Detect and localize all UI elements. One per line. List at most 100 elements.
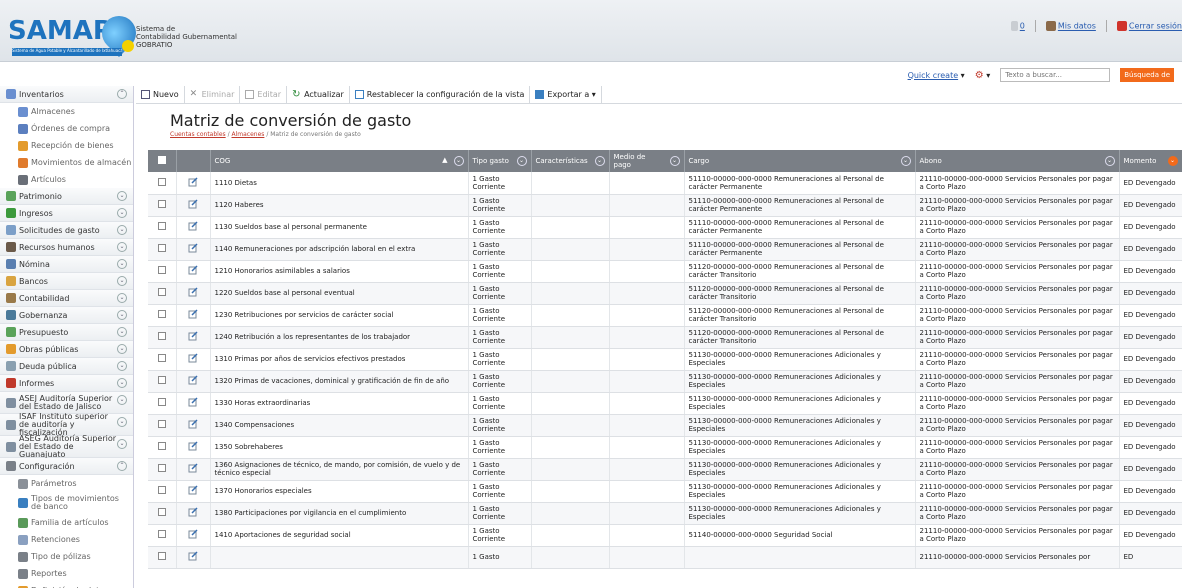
row-checkbox[interactable] xyxy=(157,332,166,340)
table-row[interactable]: 1120 Haberes 1 Gasto Corriente 51110-00000… xyxy=(148,194,1182,217)
sidebar-item[interactable]: Almacenes xyxy=(0,103,133,120)
row-checkbox[interactable] xyxy=(157,420,166,428)
settings-menu[interactable]: ⚙ ▾ xyxy=(975,70,991,81)
quick-create-text[interactable]: Quick create xyxy=(908,71,959,80)
edit-icon[interactable] xyxy=(188,243,198,253)
sidebar-item[interactable]: ASEJ Auditoría Superior del Estado de Ja… xyxy=(0,392,133,414)
chevron-down-icon[interactable]: ⌄ xyxy=(117,327,127,337)
sidebar-item[interactable]: Contabilidad ⌄ xyxy=(0,290,133,307)
table-row[interactable]: 1350 Sobrehaberes 1 Gasto Corriente 51130-… xyxy=(148,436,1182,459)
sidebar-item[interactable]: Patrimonio ⌄ xyxy=(0,188,133,205)
table-row[interactable]: 1330 Horas extraordinarias 1 Gasto Corrie… xyxy=(148,392,1182,415)
row-checkbox[interactable] xyxy=(157,200,166,208)
caracteristicas-header[interactable]: Características ⌄ xyxy=(531,150,610,172)
row-checkbox[interactable] xyxy=(157,288,166,296)
chevron-down-icon[interactable]: ⌄ xyxy=(453,156,464,166)
sidebar-item[interactable]: Definición de datos xyxy=(0,582,133,588)
chevron-down-icon[interactable]: ⌄ xyxy=(117,439,127,449)
chevron-down-icon[interactable]: ⌄ xyxy=(669,156,680,166)
abono-header[interactable]: Abono ⌄ xyxy=(915,150,1120,172)
notifications-count[interactable]: 0 xyxy=(1020,22,1025,31)
sidebar-item[interactable]: Recepción de bienes xyxy=(0,137,133,154)
samapa-logo[interactable]: SAMAPA Sistema de Agua Potable y Alcanta… xyxy=(8,8,144,58)
chevron-down-icon[interactable]: ⌄ xyxy=(117,395,127,405)
edit-icon[interactable] xyxy=(188,199,198,209)
sidebar-item[interactable]: Artículos xyxy=(0,171,133,188)
sidebar-item[interactable]: Recursos humanos ⌄ xyxy=(0,239,133,256)
sidebar-item[interactable]: Obras públicas ⌄ xyxy=(0,341,133,358)
reset-view-button[interactable]: Restablecer la configuración de la vista xyxy=(350,85,531,104)
edit-icon[interactable] xyxy=(188,221,198,231)
sidebar-item[interactable]: Movimientos de almacén xyxy=(0,154,133,171)
edit-icon[interactable] xyxy=(188,353,198,363)
table-row[interactable]: 1360 Asignaciones de técnico, de mando, … xyxy=(148,458,1182,481)
chevron-down-icon[interactable]: ⌄ xyxy=(1167,156,1178,166)
chevron-down-icon[interactable]: ⌄ xyxy=(117,259,127,269)
momento-header[interactable]: Momento ⌄ xyxy=(1119,150,1182,172)
chevron-down-icon[interactable]: ⌄ xyxy=(117,276,127,286)
chevron-down-icon[interactable]: ⌄ xyxy=(1104,156,1115,166)
row-checkbox[interactable] xyxy=(157,310,166,318)
chevron-down-icon[interactable]: ⌄ xyxy=(117,191,127,201)
row-checkbox[interactable] xyxy=(157,530,166,538)
edit-icon[interactable] xyxy=(188,529,198,539)
sidebar-item[interactable]: Presupuesto ⌄ xyxy=(0,324,133,341)
sidebar-item[interactable]: Inventarios ⌃ xyxy=(0,86,133,103)
row-checkbox[interactable] xyxy=(157,222,166,230)
chevron-down-icon[interactable]: ⌄ xyxy=(117,344,127,354)
search-button[interactable]: Búsqueda de xyxy=(1120,68,1174,82)
chevron-down-icon[interactable]: ⌄ xyxy=(594,156,605,166)
cog-header[interactable]: COG ▲ ⌄ xyxy=(210,150,469,172)
chevron-up-icon[interactable]: ⌃ xyxy=(117,461,127,471)
edit-icon[interactable] xyxy=(188,485,198,495)
chevron-down-icon[interactable]: ⌄ xyxy=(117,310,127,320)
table-row[interactable]: 1230 Retribuciones por servicios de cará… xyxy=(148,304,1182,327)
edit-icon[interactable] xyxy=(188,177,198,187)
chevron-up-icon[interactable]: ⌃ xyxy=(117,89,127,99)
table-row[interactable]: 1320 Primas de vacaciones, dominical y g… xyxy=(148,370,1182,393)
row-checkbox[interactable] xyxy=(157,508,166,516)
chevron-down-icon[interactable]: ⌄ xyxy=(117,242,127,252)
table-row[interactable]: 1140 Remuneraciones por adscripción labo… xyxy=(148,238,1182,261)
chevron-down-icon[interactable]: ⌄ xyxy=(117,293,127,303)
chevron-down-icon[interactable]: ⌄ xyxy=(900,156,911,166)
chevron-down-icon[interactable]: ⌄ xyxy=(117,417,127,427)
row-checkbox[interactable] xyxy=(157,376,166,384)
notifications[interactable]: 0 xyxy=(1010,21,1025,31)
sidebar-item[interactable]: Órdenes de compra xyxy=(0,120,133,137)
sidebar-item[interactable]: Nómina ⌄ xyxy=(0,256,133,273)
sidebar-item[interactable]: ASEG Auditoría Superior del Estado de Gu… xyxy=(0,434,133,458)
table-row[interactable]: 1340 Compensaciones 1 Gasto Corriente 5113… xyxy=(148,414,1182,437)
edit-icon[interactable] xyxy=(188,331,198,341)
table-row[interactable]: 1410 Aportaciones de seguridad social 1 G… xyxy=(148,524,1182,547)
sidebar-item[interactable]: Tipo de pólizas xyxy=(0,548,133,565)
search-input[interactable] xyxy=(1000,68,1111,82)
table-row[interactable]: 1240 Retribución a los representantes de… xyxy=(148,326,1182,349)
row-checkbox[interactable] xyxy=(157,266,166,274)
new-button[interactable]: Nuevo xyxy=(136,85,185,104)
sidebar-item[interactable]: Deuda pública ⌄ xyxy=(0,358,133,375)
edit-icon[interactable] xyxy=(188,419,198,429)
edit-icon[interactable] xyxy=(188,309,198,319)
logout-text[interactable]: Cerrar sesión xyxy=(1129,22,1182,31)
edit-icon[interactable] xyxy=(188,463,198,473)
row-checkbox[interactable] xyxy=(157,464,166,472)
edit-icon[interactable] xyxy=(188,375,198,385)
row-checkbox[interactable] xyxy=(157,177,166,186)
quick-create-menu[interactable]: Quick create ▾ xyxy=(908,71,965,80)
select-all-checkbox[interactable] xyxy=(157,156,166,164)
sidebar-item[interactable]: Retenciones xyxy=(0,531,133,548)
tipo-gasto-header[interactable]: Tipo gasto ⌄ xyxy=(468,150,532,172)
table-row[interactable]: 1210 Honorarios asimilables a salarios 1 … xyxy=(148,260,1182,283)
edit-icon[interactable] xyxy=(188,507,198,517)
refresh-button[interactable]: ↻ Actualizar xyxy=(287,85,350,104)
chevron-down-icon[interactable]: ⌄ xyxy=(117,378,127,388)
sidebar-item[interactable]: Gobernanza ⌄ xyxy=(0,307,133,324)
edit-icon[interactable] xyxy=(188,287,198,297)
sidebar-item[interactable]: ISAF Instituto superior de auditoría y f… xyxy=(0,412,133,436)
sidebar-item[interactable]: Solicitudes de gasto ⌄ xyxy=(0,222,133,239)
sidebar-item[interactable]: Parámetros xyxy=(0,475,133,492)
row-checkbox[interactable] xyxy=(157,486,166,494)
edit-icon[interactable] xyxy=(188,397,198,407)
row-checkbox[interactable] xyxy=(157,442,166,450)
